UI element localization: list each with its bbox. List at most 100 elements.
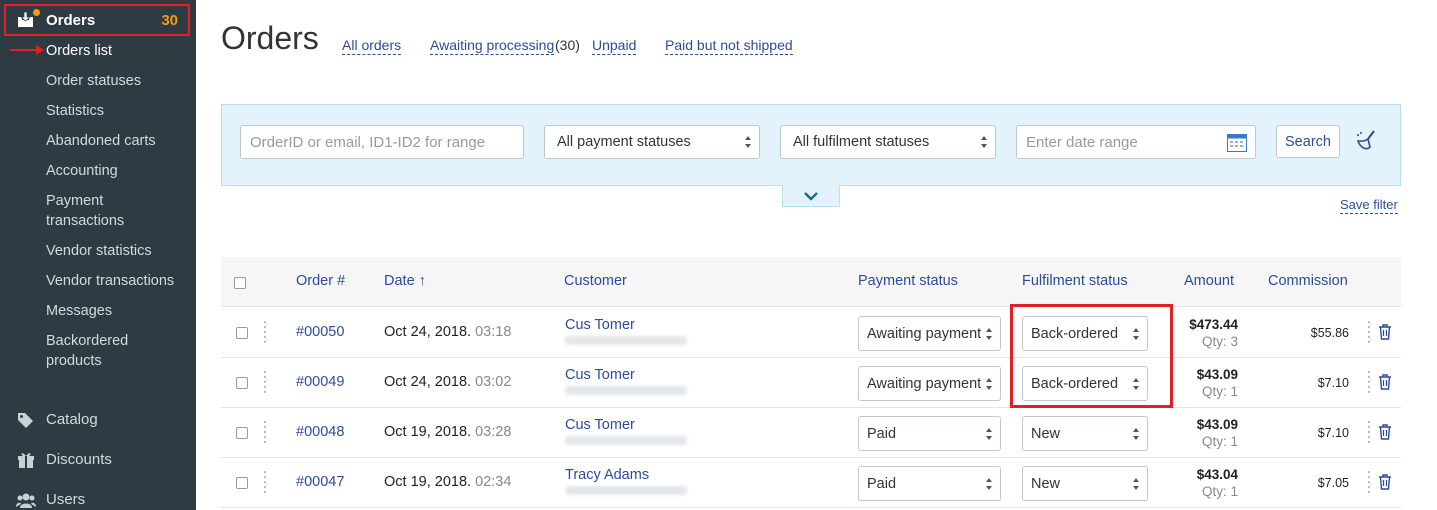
row-checkbox[interactable]	[236, 327, 248, 339]
fulfilment-status-value: New	[1031, 425, 1061, 442]
col-customer[interactable]: Customer	[564, 273, 627, 289]
col-fulfilment-status[interactable]: Fulfilment status	[1022, 273, 1128, 289]
sidebar-item-abandoned-carts[interactable]: Abandoned carts	[46, 131, 156, 151]
order-date-value: Oct 19, 2018.	[384, 474, 472, 490]
link-unpaid[interactable]: Unpaid	[592, 37, 637, 55]
amount-value: $43.09	[1196, 367, 1238, 382]
link-all-orders[interactable]: All orders	[342, 37, 402, 55]
fulfilment-status-select[interactable]: New	[1022, 416, 1148, 451]
col-commission[interactable]: Commission	[1268, 273, 1348, 289]
row-checkbox[interactable]	[236, 477, 248, 489]
sidebar-orders-label: Orders	[46, 11, 96, 29]
table-row[interactable]: #00049 Oct 24, 2018. 03:02 Cus Tomer Awa…	[221, 358, 1401, 408]
sidebar-item-catalog[interactable]: Catalog	[16, 411, 98, 428]
table-row[interactable]: #00050 Oct 24, 2018. 03:18 Cus Tomer Awa…	[221, 308, 1401, 358]
row-checkbox[interactable]	[236, 427, 248, 439]
page-title: Orders	[221, 20, 319, 56]
sidebar-item-messages[interactable]: Messages	[46, 301, 112, 321]
clear-filter-icon[interactable]	[1354, 129, 1378, 153]
actions-menu-icon[interactable]	[1368, 471, 1371, 495]
sidebar: Orders 30 Orders list Order statuses Sta…	[0, 0, 196, 510]
sidebar-item-payment-transactions[interactable]: Payment	[46, 191, 103, 211]
sidebar-item-orders[interactable]: Orders 30	[4, 4, 190, 36]
order-id-link[interactable]: #00050	[296, 324, 344, 340]
save-filter-link[interactable]: Save filter	[1340, 197, 1398, 214]
link-paid-not-shipped[interactable]: Paid but not shipped	[665, 37, 793, 55]
trash-icon[interactable]	[1378, 424, 1392, 440]
payment-status-value: Awaiting payment	[867, 325, 982, 342]
sidebar-item-vendor-statistics[interactable]: Vendor statistics	[46, 241, 152, 261]
drag-handle-icon[interactable]	[264, 421, 267, 445]
commission-value: $7.10	[1317, 426, 1349, 440]
commission-value: $55.86	[1310, 326, 1349, 340]
select-all-checkbox[interactable]	[234, 277, 246, 289]
select-caret-icon	[1133, 477, 1139, 490]
col-order-number[interactable]: Order #	[296, 273, 345, 289]
date-range-input[interactable]: Enter date range	[1016, 125, 1256, 159]
users-icon	[16, 492, 36, 508]
trash-icon[interactable]	[1378, 374, 1392, 390]
fulfilment-status-value: All fulfilment statuses	[793, 134, 930, 150]
col-date[interactable]: Date ↑	[384, 273, 426, 289]
order-id-link[interactable]: #00049	[296, 374, 344, 390]
payment-status-select[interactable]: Awaiting payment	[858, 316, 1001, 351]
orders-count-badge: 30	[161, 11, 178, 29]
payment-status-select[interactable]: Awaiting payment	[858, 366, 1001, 401]
actions-menu-icon[interactable]	[1368, 371, 1371, 395]
order-time: 03:02	[475, 374, 512, 390]
order-time: 03:18	[475, 324, 512, 340]
actions-menu-icon[interactable]	[1368, 321, 1371, 345]
trash-icon[interactable]	[1378, 324, 1392, 340]
customer-email-redacted	[565, 336, 687, 345]
search-input[interactable]: OrderID or email, ID1-ID2 for range	[240, 125, 524, 159]
col-date-label: Date	[384, 273, 415, 289]
select-caret-icon	[986, 327, 992, 340]
order-date: Oct 24, 2018. 03:18	[384, 324, 511, 340]
customer-link[interactable]: Cus Tomer	[565, 367, 635, 383]
sidebar-item-backordered-products-line2[interactable]: products	[46, 351, 102, 371]
fulfilment-status-select[interactable]: All fulfilment statuses	[780, 125, 996, 159]
amount-value: $43.04	[1196, 467, 1238, 482]
customer-link[interactable]: Cus Tomer	[565, 317, 635, 333]
payment-status-value: All payment statuses	[557, 134, 691, 150]
sidebar-item-vendor-transactions[interactable]: Vendor transactions	[46, 271, 174, 291]
payment-status-select[interactable]: All payment statuses	[544, 125, 760, 159]
payment-status-value: Paid	[867, 425, 897, 442]
order-id-link[interactable]: #00048	[296, 424, 344, 440]
highlight-box	[1010, 304, 1173, 408]
select-caret-icon	[986, 427, 992, 440]
sidebar-item-order-statuses[interactable]: Order statuses	[46, 71, 141, 91]
col-amount[interactable]: Amount	[1184, 273, 1234, 289]
drag-handle-icon[interactable]	[264, 321, 267, 345]
sidebar-item-orders-list[interactable]: Orders list	[46, 41, 112, 61]
sidebar-item-backordered-products[interactable]: Backordered	[46, 331, 128, 351]
fulfilment-status-select[interactable]: New	[1022, 466, 1148, 501]
customer-link[interactable]: Tracy Adams	[565, 467, 649, 483]
search-button[interactable]: Search	[1276, 125, 1340, 158]
amount-cell: $43.09 Qty: 1	[1161, 408, 1238, 458]
order-date-value: Oct 24, 2018.	[384, 374, 472, 390]
calendar-icon[interactable]	[1227, 133, 1247, 152]
customer-link[interactable]: Cus Tomer	[565, 417, 635, 433]
actions-menu-icon[interactable]	[1368, 421, 1371, 445]
order-id-link[interactable]: #00047	[296, 474, 344, 490]
drag-handle-icon[interactable]	[264, 471, 267, 495]
link-awaiting-processing[interactable]: Awaiting processing	[430, 37, 555, 55]
payment-status-value: Awaiting payment	[867, 375, 982, 392]
drag-handle-icon[interactable]	[264, 371, 267, 395]
sidebar-item-statistics[interactable]: Statistics	[46, 101, 104, 121]
sidebar-item-discounts[interactable]: Discounts	[16, 451, 112, 468]
trash-icon[interactable]	[1378, 474, 1392, 490]
payment-status-select[interactable]: Paid	[858, 416, 1001, 451]
expand-filter-button[interactable]	[782, 185, 840, 207]
row-checkbox[interactable]	[236, 377, 248, 389]
customer-email-redacted	[565, 436, 687, 445]
sidebar-item-payment-transactions-line2[interactable]: transactions	[46, 211, 124, 231]
table-row[interactable]: #00047 Oct 19, 2018. 02:34 Tracy Adams P…	[221, 458, 1401, 508]
col-payment-status[interactable]: Payment status	[858, 273, 958, 289]
awaiting-count: (30)	[555, 37, 580, 53]
table-row[interactable]: #00048 Oct 19, 2018. 03:28 Cus Tomer Pai…	[221, 408, 1401, 458]
payment-status-select[interactable]: Paid	[858, 466, 1001, 501]
sidebar-item-accounting[interactable]: Accounting	[46, 161, 118, 181]
sidebar-item-users[interactable]: Users	[16, 491, 85, 508]
